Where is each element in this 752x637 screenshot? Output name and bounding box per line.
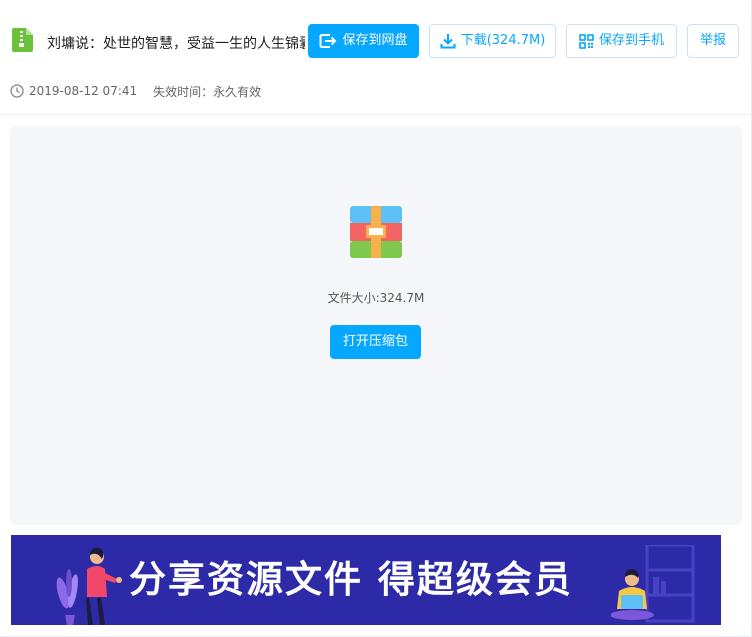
file-meta: 2019-08-12 07:41 失效时间：永久有效 [10, 82, 261, 100]
person-with-laptop-illustration [611, 545, 695, 623]
clock-icon [10, 84, 24, 98]
share-page: 刘墉说：处世的智慧，受益一生的人生锦囊 保存到网盘 下载(324.7M) 保存到… [0, 0, 752, 637]
file-title: 刘墉说：处世的智慧，受益一生的人生锦囊 [47, 36, 305, 52]
save-to-cloud-icon [319, 34, 337, 48]
download-icon [440, 34, 456, 49]
open-archive-button[interactable]: 打开压缩包 [330, 325, 421, 359]
archive-icon [350, 206, 402, 258]
person-with-plant-illustration [56, 547, 122, 625]
upload-date: 2019-08-12 07:41 [29, 84, 138, 98]
expire-time: 失效时间：永久有效 [153, 84, 262, 99]
promo-banner[interactable]: 分享资源文件 得超级会员 [11, 535, 721, 625]
save-to-phone-button[interactable]: 保存到手机 [566, 24, 677, 58]
save-to-phone-label: 保存到手机 [598, 33, 664, 48]
file-preview-panel: 文件大小:324.7M 打开压缩包 [10, 126, 742, 525]
file-size-text: 文件大小:324.7M [327, 291, 425, 305]
report-button[interactable]: 举报 [687, 24, 739, 58]
save-to-cloud-button[interactable]: 保存到网盘 [308, 24, 419, 58]
download-button[interactable]: 下载(324.7M) [429, 24, 556, 58]
zip-file-icon [12, 28, 33, 52]
promo-banner-text: 分享资源文件 得超级会员 [129, 558, 573, 601]
file-header: 刘墉说：处世的智慧，受益一生的人生锦囊 保存到网盘 下载(324.7M) 保存到… [0, 0, 751, 115]
save-to-cloud-label: 保存到网盘 [342, 33, 408, 48]
qr-code-icon [579, 33, 594, 49]
download-label: 下载(324.7M) [460, 33, 546, 48]
report-label: 举报 [699, 33, 726, 48]
